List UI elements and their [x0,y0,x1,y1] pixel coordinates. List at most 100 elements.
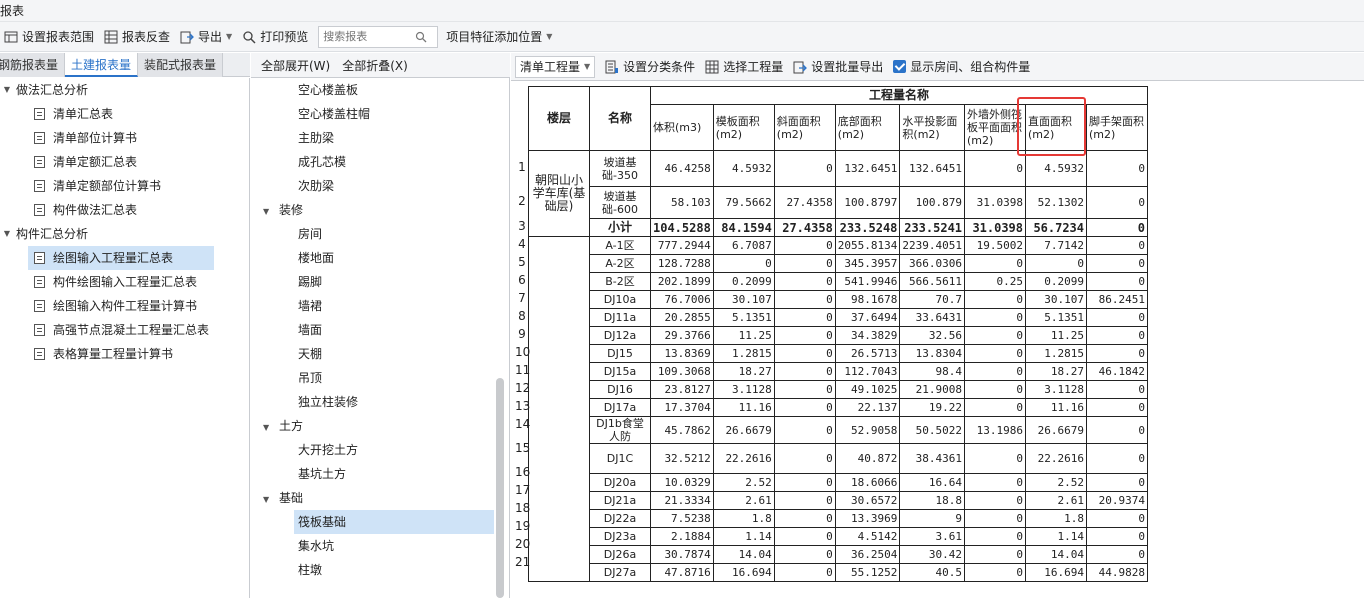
header-name[interactable]: 名称 [589,86,651,151]
report-search-input[interactable] [323,30,416,43]
value-cell: 3.1128 [1025,380,1088,399]
table-row[interactable]: DJ20a 10.0329 2.52 0 18.6066 16.64 0 2.52 0 [529,473,1149,492]
tab-prefab-report[interactable]: 装配式报表量 [138,53,224,77]
subtotal-row[interactable]: 小计 104.5288 84.1594 27.4358 233.5248 233.5241… [529,218,1149,237]
component-item[interactable]: 踢脚 [251,270,509,294]
table-row[interactable]: 朝阳山小学车库(基础层) 坡道基础-350 46.4258 4.5932 0 132.64… [528,150,1149,237]
collapse-all-button[interactable]: 全部折叠(X) [342,57,408,74]
print-preview-button[interactable]: 打印预览 [238,25,312,49]
document-icon [34,300,45,312]
column-header[interactable]: 模板面积(m2) [712,104,775,151]
value-cell: 0 [1086,473,1149,492]
component-group[interactable]: ▼ 基础 [251,486,509,510]
chevron-down-icon[interactable]: ▼ [2,222,12,246]
component-item[interactable]: 集水坑 [251,534,509,558]
component-item[interactable]: 天棚 [251,342,509,366]
component-item[interactable]: 基坑土方 [251,462,509,486]
component-item[interactable]: 空心楼盖柱帽 [251,102,509,126]
value-cell: 0 [1086,509,1149,528]
tree-item[interactable]: 构件绘图输入工程量汇总表 [0,270,249,294]
component-item[interactable]: 墙裙 [251,294,509,318]
component-item[interactable]: 空心楼盖板 [251,78,509,102]
show-rooms-checkbox[interactable]: 显示房间、组合构件量 [889,55,1034,79]
table-row[interactable]: DJ17a 17.3704 11.16 0 22.137 19.22 0 11.16 0 [529,398,1149,417]
chevron-down-icon[interactable]: ▼ [263,200,273,224]
reverse-check-button[interactable]: 报表反查 [100,25,174,49]
component-item[interactable]: 主肋梁 [251,126,509,150]
table-row[interactable]: DJ23a 2.1884 1.14 0 4.5142 3.61 0 1.14 0 [529,527,1149,546]
value-cell: 55.1252 [834,563,901,582]
tree-group-method-summary[interactable]: ▼ 做法汇总分析 [0,78,249,102]
table-row[interactable]: DJ16 23.8127 3.1128 0 49.1025 21.9008 0 3.1128 0 [529,380,1149,399]
select-quantity-button[interactable]: 选择工程量 [701,55,787,79]
component-item[interactable]: 大开挖土方 [251,438,509,462]
set-category-button[interactable]: 设置分类条件 [601,55,699,79]
column-header[interactable]: 外墙外侧筏板平面面积(m2) [964,104,1027,151]
value-cell: 38.4361 [899,443,966,474]
table-row[interactable]: DJ27a 47.8716 16.694 0 55.1252 40.5 0 16.694 44.… [529,563,1149,582]
expand-all-button[interactable]: 全部展开(W) [261,57,330,74]
component-label: 主肋梁 [298,131,335,145]
component-group[interactable]: ▼ 土方 [251,414,509,438]
add-position-button[interactable]: 项目特征添加位置 ▼ [442,25,556,49]
value-cell: 100.879 [899,186,966,219]
table-row[interactable]: DJ12a 29.3766 11.25 0 34.3829 32.56 0 11.25 0 [529,326,1149,345]
component-item[interactable]: 独立柱装修 [251,390,509,414]
checkbox-checked-icon[interactable] [893,60,907,73]
table-row[interactable]: A-2区 128.7288 0 0 345.3957 366.0306 0 0 0 [529,254,1149,273]
quantity-mode-select[interactable]: 清单工程量 ▼ [515,55,596,78]
component-item[interactable]: 成孔芯模 [251,150,509,174]
component-item[interactable]: 房间 [251,222,509,246]
component-item[interactable]: 墙面 [251,318,509,342]
component-item[interactable]: 筏板基础 [294,510,494,534]
table-row[interactable]: DJ15 13.8369 1.2815 0 26.5713 13.8304 0 1.2815 0 [529,344,1149,363]
component-item[interactable]: 柱墩 [251,558,509,582]
component-group[interactable]: ▼ 装修 [251,198,509,222]
tree-item[interactable]: 高强节点混凝土工程量汇总表 [0,318,249,342]
chevron-down-icon[interactable]: ▼ [263,416,273,440]
tree-item[interactable]: 清单定额部位计算书 [0,174,249,198]
set-range-button[interactable]: 设置报表范围 [0,25,98,49]
search-icon[interactable] [415,31,427,43]
tree-group-component-summary[interactable]: ▼ 构件汇总分析 [0,222,249,246]
header-floor[interactable]: 楼层 [528,86,590,151]
table-row[interactable]: DJ26a 30.7874 14.04 0 36.2504 30.42 0 14.04 0 [529,545,1149,564]
export-button[interactable]: 导出 ▼ [176,25,236,49]
component-item[interactable]: 吊顶 [251,366,509,390]
table-row[interactable]: DJ1C 32.5212 22.2616 0 40.872 38.4361 0 22.2616… [529,443,1149,474]
row-number: 5 [518,255,526,269]
chevron-down-icon[interactable]: ▼ [2,78,12,102]
value-cell: 2.1884 [650,527,714,546]
column-header[interactable]: 直面面积(m2) [1025,104,1088,151]
table-row[interactable]: DJ11a 20.2855 5.1351 0 37.6494 33.6431 0 5.1351… [529,308,1149,327]
table-row[interactable]: DJ1b食堂人防 45.7862 26.6679 0 52.9058 50.5022 13.… [529,416,1149,444]
table-row[interactable]: DJ10a 76.7006 30.107 0 98.1678 70.7 0 30.107 86.… [529,290,1149,309]
tree-item[interactable]: 清单定额汇总表 [0,150,249,174]
column-header[interactable]: 底部面积(m2) [834,104,901,151]
tree-item-selected[interactable]: 绘图输入工程量汇总表 [28,246,214,270]
value-cell: 0 [964,509,1027,528]
tab-rebar-report[interactable]: 钢筋报表量 [0,53,66,77]
batch-export-button[interactable]: 设置批量导出 [789,55,887,79]
component-item[interactable]: 次肋梁 [251,174,509,198]
table-row[interactable]: DJ15a 109.3068 18.27 0 112.7043 98.4 0 18.27 46.… [529,362,1149,381]
tree-item[interactable]: 绘图输入构件工程量计算书 [0,294,249,318]
tree-item[interactable]: 构件做法汇总表 [0,198,249,222]
table-row[interactable]: DJ21a 21.3334 2.61 0 30.6572 18.8 0 2.61 20.9374 [529,491,1149,510]
table-row[interactable]: A-1区 777.2944 6.7087 0 2055.8134 2239.4051 19.… [528,236,1149,582]
column-header[interactable]: 斜面面积(m2) [773,104,836,151]
report-search[interactable] [318,25,439,48]
table-row[interactable]: B-2区 202.1899 0.2099 0 541.9946 566.5611 0.25 0… [529,272,1149,291]
tree-item[interactable]: 表格算量工程量计算书 [0,342,249,366]
chevron-down-icon[interactable]: ▼ [263,488,273,512]
column-header[interactable]: 体积(m3) [650,104,714,151]
tab-civil-report[interactable]: 土建报表量 [65,53,139,77]
component-item[interactable]: 楼地面 [251,246,509,270]
column-header[interactable]: 水平投影面积(m2) [899,104,966,151]
table-row[interactable]: 坡道基础-600 58.103 79.5662 27.4358 100.8797 100.… [529,186,1149,219]
table-row[interactable]: DJ22a 7.5238 1.8 0 13.3969 9 0 1.8 0 [529,509,1149,528]
component-tree-scrollbar[interactable] [496,378,504,598]
tree-item[interactable]: 清单汇总表 [0,102,249,126]
tree-item[interactable]: 清单部位计算书 [0,126,249,150]
column-header[interactable]: 脚手架面积(m2) [1086,104,1149,151]
